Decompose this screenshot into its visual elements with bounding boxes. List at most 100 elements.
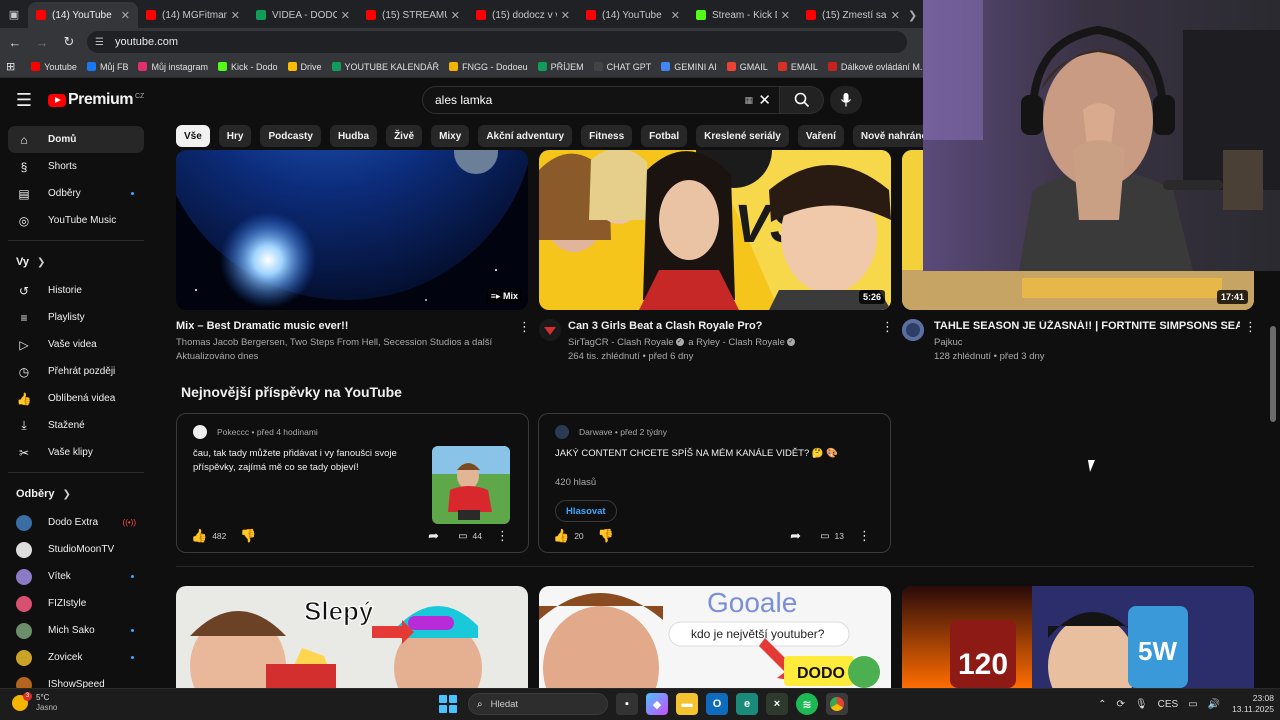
post-more-options[interactable]: ⋮ [858, 528, 876, 544]
tab-close-icon[interactable]: ✕ [891, 9, 900, 22]
youtube-premium-logo[interactable]: Premium CZ [48, 91, 144, 109]
task-view-icon[interactable]: ▪ [616, 693, 638, 715]
more-options-icon[interactable]: ⋮ [881, 319, 894, 335]
browser-tab[interactable]: (15) STREAMUJEM ✕ [358, 2, 468, 28]
post-author[interactable]: Darwave • před 2 týdny [555, 425, 667, 439]
video-channels[interactable]: Thomas Jacob Bergersen, Two Steps From H… [176, 336, 506, 350]
browser-tab[interactable]: (14) YouTube ✕ [578, 2, 688, 28]
sidebar-item-vase-videa[interactable]: ▷ Vaše videa [8, 331, 144, 358]
chip-vse[interactable]: Vše [176, 125, 210, 147]
reload-button[interactable]: ↻ [57, 30, 81, 54]
chip-podcasty[interactable]: Podcasty [260, 125, 321, 147]
video-title[interactable]: Can 3 Girls Beat a Clash Royale Pro? [568, 320, 878, 332]
post-image[interactable] [432, 446, 510, 524]
sidebar-item-ishowspeed[interactable]: IShowSpeed [8, 671, 144, 688]
sidebar-item-fizistyle[interactable]: FIZIstyle [8, 590, 144, 617]
spotify-icon[interactable]: ≋ [796, 693, 818, 715]
microphone-icon[interactable]: 🎙 [1135, 699, 1148, 710]
tab-close-icon[interactable]: ✕ [671, 9, 680, 22]
bookmark-item[interactable]: Drive [287, 62, 322, 72]
back-button[interactable]: ← [3, 30, 27, 54]
channel-avatar[interactable] [539, 319, 561, 341]
chip-kreslene-serialy[interactable]: Kreslené seriály [696, 125, 789, 147]
chip-fotbal[interactable]: Fotbal [641, 125, 688, 147]
taskbar-clock[interactable]: 23:08 13.11.2025 [1232, 693, 1274, 715]
like-button[interactable]: 👍 482 [191, 528, 226, 544]
weather-widget[interactable]: 3 5°C Jasno [12, 692, 57, 713]
sidebar-subscriptions-heading[interactable]: Odběry ❯ [16, 479, 160, 509]
bookmark-item[interactable]: Můj instagram [138, 62, 208, 72]
tab-close-icon[interactable]: ✕ [561, 9, 570, 22]
start-button[interactable] [436, 692, 460, 716]
edge-icon[interactable]: e [736, 693, 758, 715]
share-button[interactable]: ➦ [790, 528, 806, 544]
channel-name[interactable]: SirTagCR - Clash Royale [568, 337, 674, 348]
post-more-options[interactable]: ⋮ [496, 528, 514, 544]
forward-button[interactable]: → [30, 30, 54, 54]
bookmark-item[interactable]: Youtube [31, 62, 77, 72]
browser-tab[interactable]: (14) MGFitman - Y ✕ [138, 2, 248, 28]
post-author[interactable]: Pokeccc • před 4 hodinami [193, 425, 318, 439]
browser-tab[interactable]: (15) Zmestí sa Jak ✕ [798, 2, 908, 28]
like-button[interactable]: 👍 20 [553, 528, 584, 544]
taskbar-search[interactable]: ⌕ Hledat [468, 693, 608, 715]
chrome-icon[interactable] [826, 693, 848, 715]
site-info-icon[interactable]: ☰ [95, 37, 107, 48]
browser-tab[interactable]: (15) dodocz v vlas ✕ [468, 2, 578, 28]
video-channels[interactable]: Pajkuc [934, 336, 1240, 350]
file-explorer-icon[interactable]: ▬ [676, 693, 698, 715]
clear-search-icon[interactable]: ✕ [758, 91, 771, 109]
browser-tab[interactable]: (14) YouTube ✕ [28, 2, 138, 28]
chip-hry[interactable]: Hry [218, 125, 252, 147]
sidebar-item-oblibena-videa[interactable]: 👍 Oblíbená videa [8, 385, 144, 412]
voice-search-button[interactable] [830, 86, 862, 114]
more-options-icon[interactable]: ⋮ [518, 319, 531, 335]
sync-icon[interactable]: ⟳ [1117, 699, 1125, 710]
apps-grid-icon[interactable]: ⊞ [6, 60, 15, 73]
url-field[interactable]: ☰ youtube.com [87, 31, 907, 53]
bookmark-item[interactable]: GMAIL [726, 62, 768, 72]
sidebar-you-heading[interactable]: Vy ❯ [16, 247, 160, 277]
sidebar-item-youtube-music[interactable]: ◎ YouTube Music [8, 207, 144, 234]
chip-akcni-adventury[interactable]: Akční adventury [478, 125, 573, 147]
search-input[interactable]: ales lamka ▦ ✕ [422, 86, 780, 114]
sidebar-item-domu[interactable]: ⌂ Domů [8, 126, 144, 153]
page-scrollbar[interactable] [1270, 270, 1276, 688]
sidebar-item-shorts[interactable]: § Shorts [8, 153, 144, 180]
sidebar-item-vitek[interactable]: Vítek [8, 563, 144, 590]
outlook-icon[interactable]: O [706, 693, 728, 715]
browser-tab[interactable]: VIDEA - DODO - G ✕ [248, 2, 358, 28]
dislike-button[interactable]: 👎 [598, 528, 619, 544]
sidebar-item-prehrat-pozdeji[interactable]: ◷ Přehrát později [8, 358, 144, 385]
comments-button[interactable]: ▭ 13 [820, 531, 844, 542]
video-thumbnail[interactable]: VS 5:26 [539, 150, 891, 310]
video-title[interactable]: TAHLE SEASON JE ÚŽASNÁ!! | FORTNITE SIMP… [934, 320, 1240, 332]
bookmark-item[interactable]: YOUTUBE KALENDÁŘ [331, 62, 439, 72]
chevron-up-icon[interactable]: ⌃ [1098, 699, 1106, 710]
sidebar-item-studiomoontv[interactable]: StudioMoonTV [8, 536, 144, 563]
terminal-icon[interactable]: × [766, 693, 788, 715]
tab-close-icon[interactable]: ✕ [341, 9, 350, 22]
sidebar-item-odbery[interactable]: ▤ Odběry [8, 180, 144, 207]
search-button[interactable] [780, 86, 824, 114]
more-options-icon[interactable]: ⋮ [1244, 319, 1257, 335]
bookmark-item[interactable]: FNGG - Dodoeu [449, 62, 528, 72]
sidebar-item-dodo-extra[interactable]: Dodo Extra ((•)) [8, 509, 144, 536]
bookmark-item[interactable]: Kick - Dodo [217, 62, 278, 72]
chip-hudba[interactable]: Hudba [329, 125, 378, 147]
chip-zive[interactable]: Živě [386, 125, 423, 147]
video-thumbnail[interactable]: ≡▸ Mix [176, 150, 528, 310]
chip-nove-nahrano[interactable]: Nově nahráno [852, 125, 924, 147]
tab-close-icon[interactable]: ✕ [121, 9, 130, 22]
bookmark-item[interactable]: GEMINI AI [661, 62, 717, 72]
community-post[interactable]: Pokeccc • před 4 hodinami čau, tak tady … [176, 413, 529, 553]
tab-close-icon[interactable]: ✕ [781, 9, 790, 22]
video-title[interactable]: Mix – Best Dramatic music ever!! [176, 320, 506, 332]
sidebar-item-mich-sako[interactable]: Mich Sako [8, 617, 144, 644]
poll-vote-button[interactable]: Hlasovat [555, 500, 617, 522]
bookmark-item[interactable]: PŘÍJEM [537, 62, 584, 72]
tab-overflow-icon[interactable]: ❯ [908, 2, 920, 28]
dislike-button[interactable]: 👎 [240, 528, 261, 544]
tab-close-icon[interactable]: ✕ [231, 9, 240, 22]
input-language[interactable]: CES [1158, 699, 1179, 710]
